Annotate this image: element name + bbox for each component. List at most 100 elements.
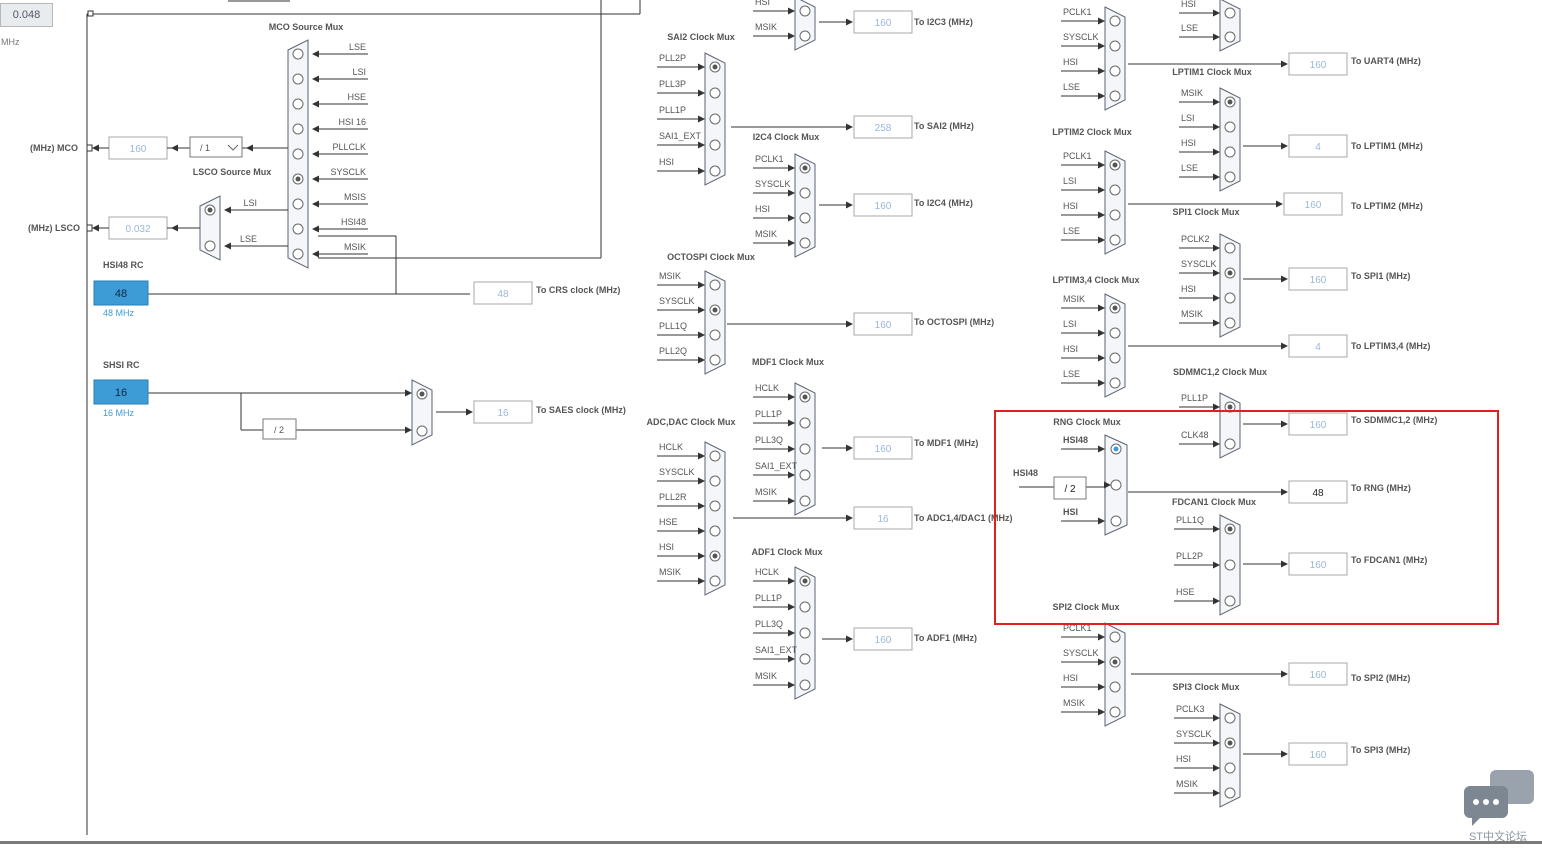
rng-radio-1[interactable] [1110,479,1122,491]
uart4-radio-1[interactable] [1109,40,1121,52]
i2c4-radio-3[interactable] [799,237,811,249]
lptim2-radio-3[interactable] [1109,234,1121,246]
forum-chat-widget[interactable]: ST中文论坛 [1460,768,1536,846]
lptim34-radio-3[interactable] [1109,377,1121,389]
lptim34-radio-2[interactable] [1109,352,1121,364]
mco-radio-3[interactable] [292,123,304,135]
i2c4-radio-1[interactable] [799,187,811,199]
mco-radio-4[interactable] [292,148,304,160]
adf1-radio-1[interactable] [799,601,811,613]
rng-radio-2[interactable] [1110,515,1122,527]
adcdac-input-label: MSIK [659,567,681,577]
lptim2-radio-2[interactable] [1109,209,1121,221]
uart4-radio-0[interactable] [1109,15,1121,27]
fdcan1-radio-1[interactable] [1224,559,1236,571]
mdf1-radio-4[interactable] [799,495,811,507]
sdmmc-output-label: To SDMMC1,2 (MHz) [1351,415,1437,425]
i2c3-radio-0[interactable] [799,5,811,17]
sai2-radio-2[interactable] [709,113,721,125]
i2c4-mux-title: I2C4 Clock Mux [753,132,820,142]
sdmmc-radio-1[interactable] [1224,438,1236,450]
fdcan1-clock-mux: FDCAN1 Clock Mux PLL1Q PLL2P HSE [1172,497,1256,616]
arrow-head [1213,789,1220,797]
lsco-radio-1[interactable] [204,240,216,252]
adf1-radio-2[interactable] [799,627,811,639]
mco-radio-6[interactable] [292,198,304,210]
adcdac-radio-3[interactable] [709,525,721,537]
mco-radio-8[interactable] [292,248,304,260]
lptim1-radio-2[interactable] [1224,146,1236,158]
sdmmc-clock-mux: SDMMC1,2 Clock Mux PLL1P CLK48 [1173,367,1267,459]
mco-radio-7[interactable] [292,223,304,235]
lptim2-radio-1[interactable] [1109,184,1121,196]
mdf1-input-label: PLL3Q [755,435,783,445]
arrow-head [1213,244,1220,252]
mco-frequency-value: 160 [130,144,147,155]
spi3-mux-title: SPI3 Clock Mux [1172,682,1239,692]
lptim1-output-label: To LPTIM1 (MHz) [1351,141,1423,151]
sai2-radio-1[interactable] [709,87,721,99]
spi1-radio-0[interactable] [1224,242,1236,254]
i2c3-radio-1[interactable] [799,30,811,42]
mco-prescaler-select[interactable] [189,136,243,158]
adcdac-input-label: SYSCLK [659,467,695,477]
lptim34-radio-1[interactable] [1109,327,1121,339]
mdf1-radio-1[interactable] [799,417,811,429]
spi1-radio-3[interactable] [1224,317,1236,329]
c4top-clock-mux: HSI LSE [1179,0,1241,52]
spi3-output-label: To SPI3 (MHz) [1351,745,1410,755]
shsi-rc-title: SHSI RC [103,360,140,370]
uart4-radio-3[interactable] [1109,90,1121,102]
adcdac-radio-5[interactable] [709,575,721,587]
lptim1-radio-3[interactable] [1224,171,1236,183]
sai2-radio-3[interactable] [709,139,721,151]
adcdac-radio-2[interactable] [709,500,721,512]
mdf1-radio-3[interactable] [799,469,811,481]
arrow-head [788,189,795,197]
lptim1-radio-1[interactable] [1224,121,1236,133]
mco-radio-1[interactable] [292,73,304,85]
adcdac-radio-1[interactable] [709,475,721,487]
octospi-radio-3[interactable] [709,354,721,366]
arrow-head [1213,764,1220,772]
octospi-radio-0[interactable] [709,279,721,291]
uart4-radio-2[interactable] [1109,65,1121,77]
spi3-radio-0[interactable] [1224,712,1236,724]
arrow-head [171,224,178,232]
spi1-radio-2[interactable] [1224,292,1236,304]
octospi-radio-2[interactable] [709,329,721,341]
sai2-radio-4[interactable] [709,165,721,177]
adcdac-radio-0[interactable] [709,450,721,462]
arrow-head [1213,597,1220,605]
spi3-radio-3[interactable] [1224,787,1236,799]
octospi-radio-dot [712,307,718,313]
fdcan1-input-label: HSE [1176,587,1195,597]
arrow-head [1213,440,1220,448]
arrow-head [1098,17,1105,25]
adf1-radio-4[interactable] [799,679,811,691]
spi3-radio-2[interactable] [1224,762,1236,774]
sdmmc-mux-title: SDMMC1,2 Clock Mux [1173,367,1267,377]
c4top-radio-1[interactable] [1224,31,1236,43]
adf1-input-label: SAI1_EXT [755,645,798,655]
mdf1-radio-2[interactable] [799,443,811,455]
shsi-radio-1[interactable] [416,425,428,437]
spi2-radio-0[interactable] [1109,631,1121,643]
i2c4-radio-dot [802,165,808,171]
adf1-radio-3[interactable] [799,653,811,665]
arrow-head [788,497,795,505]
fdcan1-radio-2[interactable] [1224,595,1236,607]
i2c4-radio-2[interactable] [799,212,811,224]
arrow-head [1281,342,1288,350]
mco-radio-2[interactable] [292,98,304,110]
spi2-radio-3[interactable] [1109,706,1121,718]
spi2-input-label: HSI [1063,673,1078,683]
mco-radio-0[interactable] [292,48,304,60]
lptim2-input-label: LSE [1063,226,1080,236]
spi2-radio-2[interactable] [1109,681,1121,693]
arrow-head [846,18,853,26]
arrow-head [312,250,319,258]
uart4-frequency-value: 160 [1310,60,1327,71]
arrow-head [1281,60,1288,68]
c4top-radio-0[interactable] [1224,7,1236,19]
